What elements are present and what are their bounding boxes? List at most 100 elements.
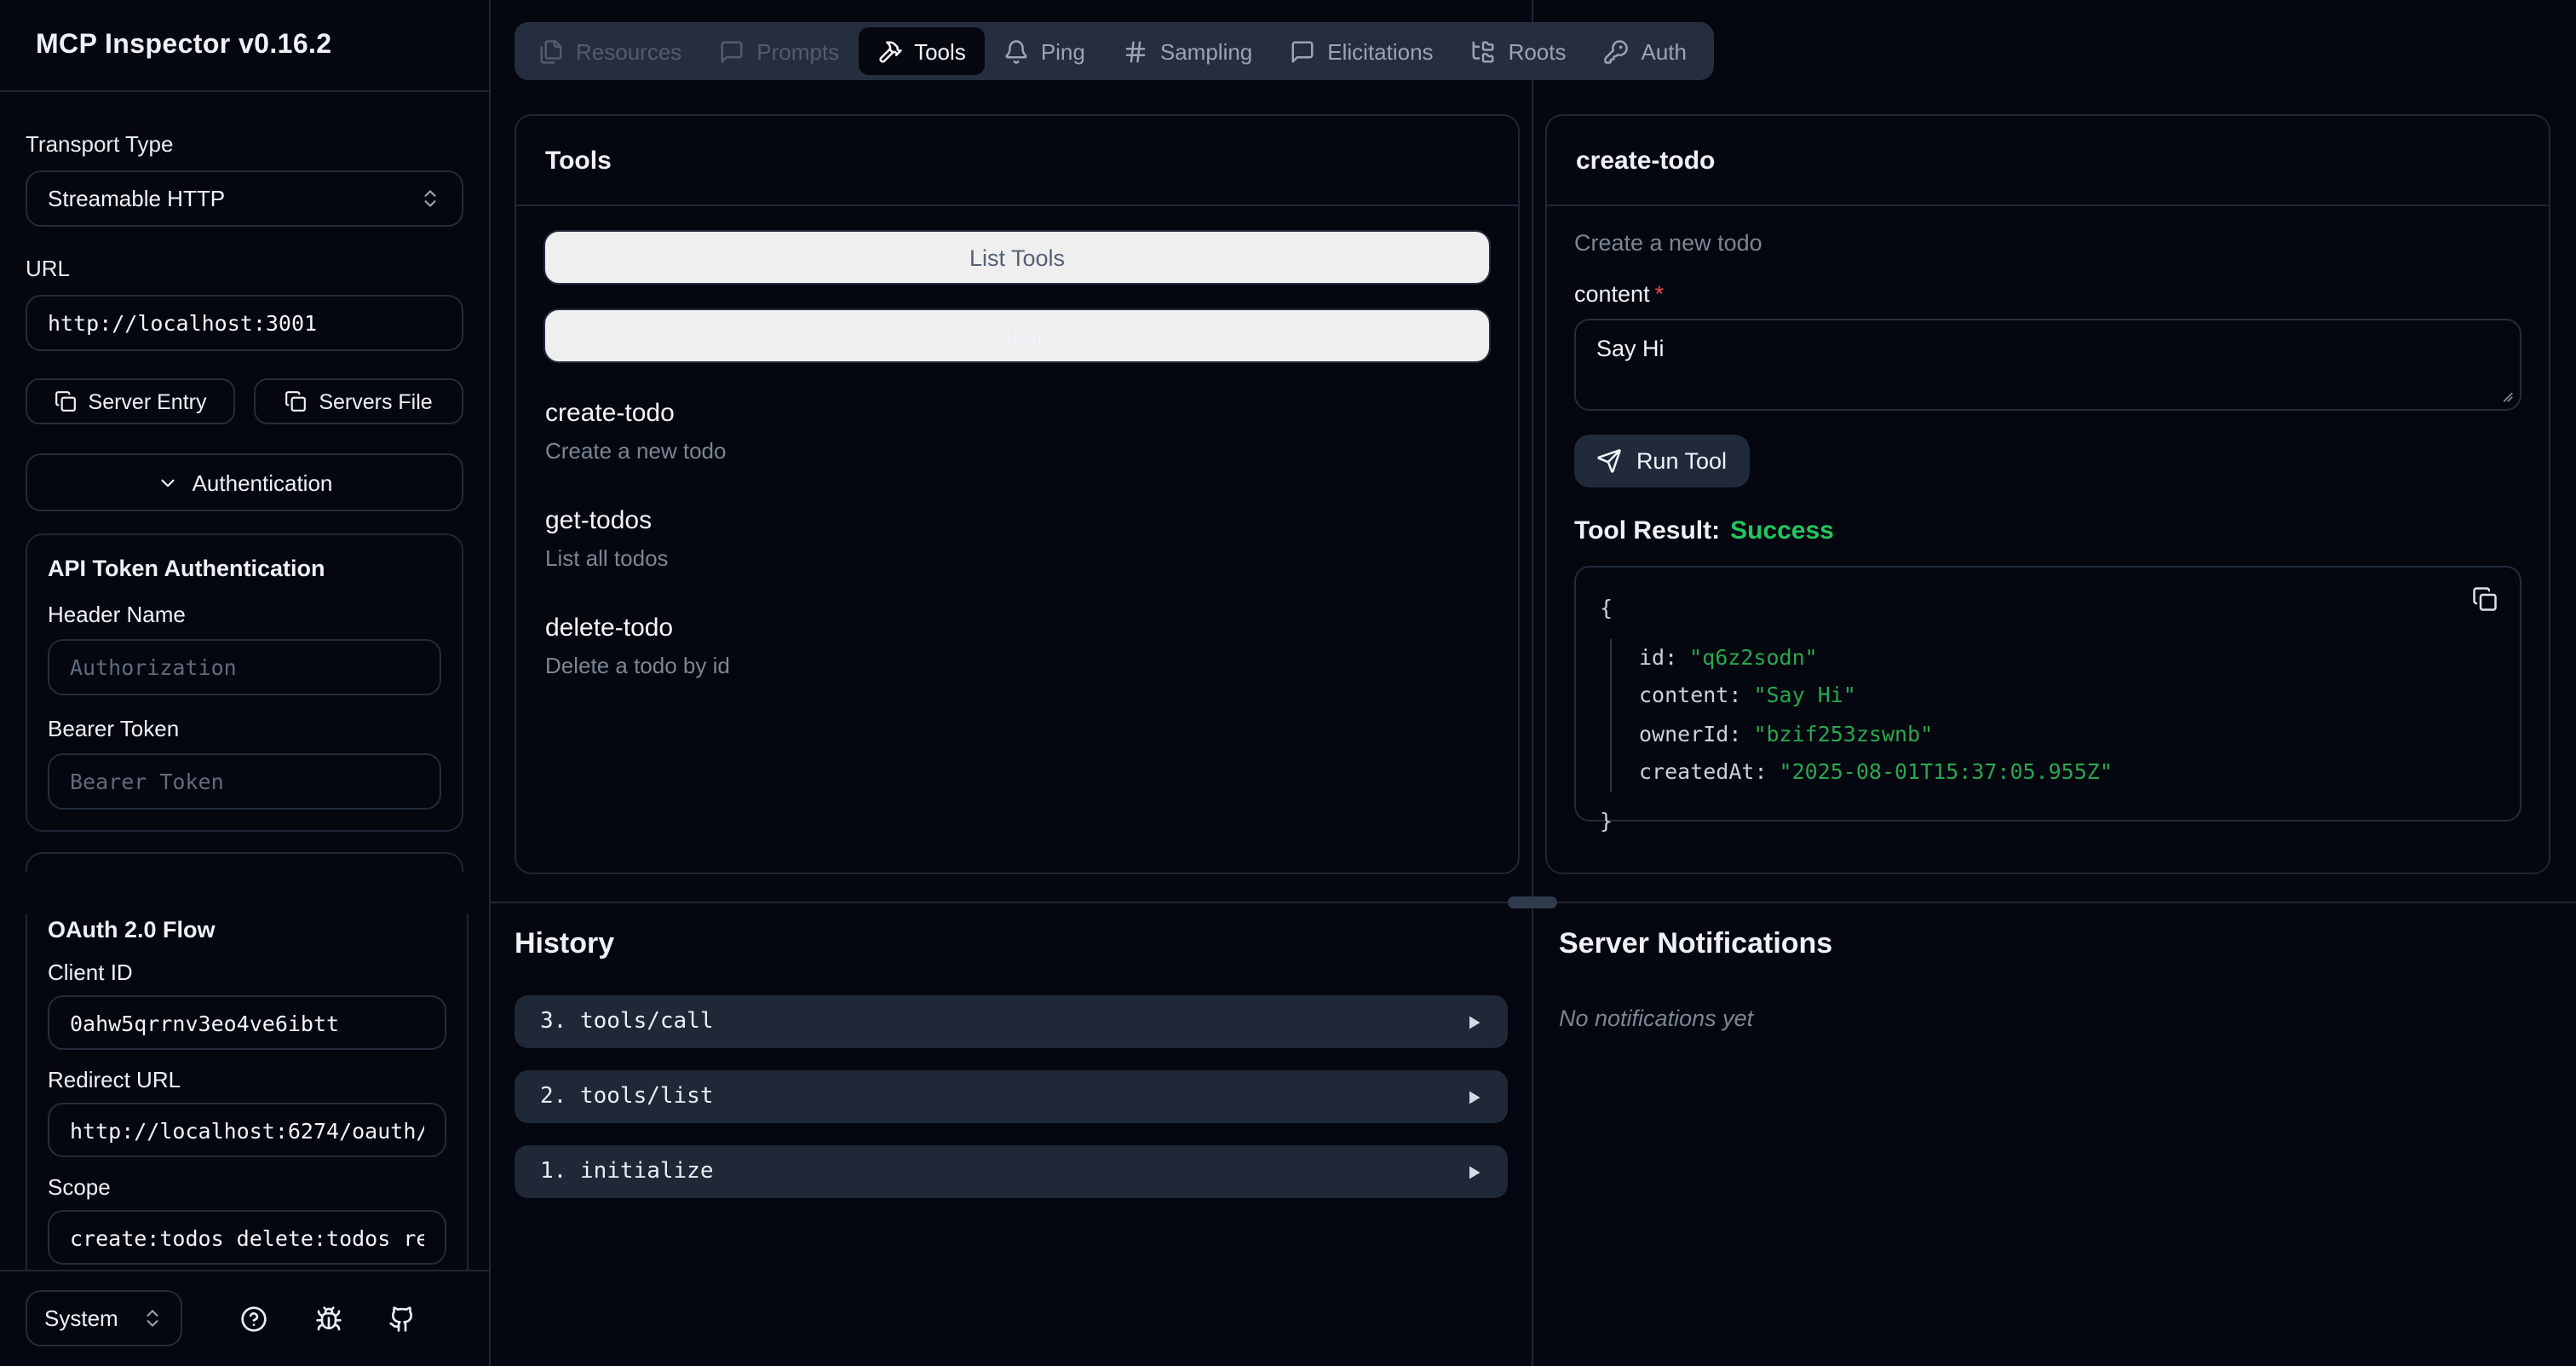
app-window: MCP Inspector v0.16.2 Transport Type Str… (0, 0, 2576, 1366)
json-value: "bzif253zswnb" (1753, 720, 1933, 746)
footer-icons (193, 1305, 463, 1332)
expand-arrow-icon (1465, 1163, 1482, 1180)
header-name-input[interactable]: Authorization (48, 639, 441, 695)
transport-type-select[interactable]: Streamable HTTP (26, 170, 463, 227)
vertical-pane-divider[interactable] (1532, 0, 1533, 1366)
tab-auth[interactable]: Auth (1585, 27, 1706, 75)
files-icon (538, 38, 564, 64)
tab-prompts[interactable]: Prompts (700, 27, 858, 75)
authentication-toggle[interactable]: Authentication (26, 453, 463, 511)
redirect-url-value: http://localhost:6274/oauth/ (70, 1117, 424, 1143)
expand-arrow-icon (1465, 1088, 1482, 1105)
tab-label: Ping (1041, 38, 1085, 64)
history-row[interactable]: 3. tools/call (515, 995, 1508, 1048)
server-entry-label: Server Entry (89, 389, 207, 413)
tool-description: List all todos (545, 545, 1489, 571)
scope-label: Scope (48, 1174, 446, 1200)
header-name-placeholder: Authorization (70, 654, 237, 680)
copy-icon (55, 390, 77, 412)
theme-value: System (44, 1305, 118, 1331)
json-key: ownerId: (1639, 720, 1741, 746)
tab-resources[interactable]: Resources (520, 27, 700, 75)
history-row[interactable]: 1. initialize (515, 1145, 1508, 1198)
api-token-card: API Token Authentication Header Name Aut… (26, 533, 463, 832)
json-line: ownerId: "bzif253zswnb" (1639, 715, 2496, 753)
copy-icon[interactable] (2472, 586, 2498, 612)
transport-type-label: Transport Type (26, 131, 463, 157)
api-token-title: API Token Authentication (48, 556, 441, 581)
github-icon[interactable] (389, 1305, 417, 1332)
folder-tree-icon (1471, 38, 1497, 64)
tools-panel: Tools List Tools Clear create-todo Creat… (515, 114, 1520, 874)
tool-list: create-todo Create a new todo get-todos … (543, 399, 1491, 678)
run-tool-button[interactable]: Run Tool (1574, 435, 1750, 487)
tab-roots[interactable]: Roots (1452, 27, 1585, 75)
tool-name: delete-todo (545, 614, 1489, 643)
redirect-url-input[interactable]: http://localhost:6274/oauth/ (48, 1103, 446, 1157)
tool-detail-body: Create a new todo content* Say Hi Run To… (1547, 206, 2549, 845)
history-list: 3. tools/call 2. tools/list 1. initializ… (515, 995, 1508, 1198)
header-name-label: Header Name (48, 602, 441, 627)
tool-detail-description: Create a new todo (1574, 230, 2521, 256)
sidebar-header: MCP Inspector v0.16.2 (0, 0, 489, 92)
history-row[interactable]: 2. tools/list (515, 1070, 1508, 1123)
expand-arrow-icon (1465, 1013, 1482, 1030)
theme-select[interactable]: System (26, 1290, 182, 1346)
tab-label: Sampling (1160, 38, 1252, 64)
url-input[interactable]: http://localhost:3001 (26, 295, 463, 351)
bearer-token-placeholder: Bearer Token (70, 769, 224, 794)
status-badge: Success (1730, 516, 1834, 545)
oauth-card: OAuth 2.0 Flow Client ID 0ahw5qrrnv3eo4v… (26, 914, 469, 1282)
hash-icon (1123, 38, 1148, 64)
tab-sampling[interactable]: Sampling (1104, 27, 1271, 75)
tab-elicitations[interactable]: Elicitations (1271, 27, 1452, 75)
servers-file-button[interactable]: Servers File (254, 378, 463, 424)
server-notifications-panel: Server Notifications No notifications ye… (1559, 927, 2549, 1031)
json-body: id:"q6z2sodn" content:"Say Hi" ownerId:"… (1610, 638, 2496, 792)
field-label-text: content (1574, 281, 1650, 307)
client-id-value: 0ahw5qrrnv3eo4ve6ibtt (70, 1010, 339, 1035)
help-circle-icon[interactable] (240, 1305, 267, 1332)
message-square-icon (719, 38, 745, 64)
clear-button[interactable]: Clear (543, 308, 1491, 363)
bearer-token-input[interactable]: Bearer Token (48, 753, 441, 810)
history-row-label: 1. initialize (540, 1159, 714, 1184)
tools-panel-body: List Tools Clear create-todo Create a ne… (516, 206, 1518, 745)
client-id-input[interactable]: 0ahw5qrrnv3eo4ve6ibtt (48, 995, 446, 1050)
scope-input[interactable]: create:todos delete:todos re (48, 1210, 446, 1265)
server-entry-button[interactable]: Server Entry (26, 378, 235, 424)
json-line: id:"q6z2sodn" (1639, 638, 2496, 677)
tab-ping[interactable]: Ping (985, 27, 1104, 75)
json-line: createdAt:"2025-08-01T15:37:05.955Z" (1639, 753, 2496, 792)
sidebar: MCP Inspector v0.16.2 Transport Type Str… (0, 0, 491, 1366)
tab-bar: Resources Prompts Tools Ping Sampling El… (515, 22, 1714, 80)
bug-icon[interactable] (314, 1305, 342, 1332)
json-key: createdAt: (1639, 758, 1768, 784)
tool-result-row: Tool Result:Success (1574, 516, 2521, 545)
tool-name: get-todos (545, 506, 1489, 535)
history-title: History (515, 927, 1508, 961)
history-row-label: 3. tools/call (540, 1009, 714, 1035)
pane-resize-handle[interactable] (1508, 896, 1557, 908)
list-item[interactable]: delete-todo Delete a todo by id (545, 614, 1489, 678)
tools-panel-title: Tools (516, 116, 1518, 206)
content-textarea[interactable]: Say Hi (1574, 319, 2521, 411)
history-panel: History 3. tools/call 2. tools/list 1. i… (515, 927, 1508, 1220)
clipped-card-top (26, 852, 463, 873)
json-key: id: (1639, 643, 1677, 669)
transport-type-value: Streamable HTTP (48, 186, 225, 211)
tool-name: create-todo (545, 399, 1489, 428)
send-icon (1597, 448, 1623, 474)
resize-grip-icon[interactable] (2496, 385, 2515, 404)
list-item[interactable]: create-todo Create a new todo (545, 399, 1489, 464)
list-item[interactable]: get-todos List all todos (545, 506, 1489, 571)
tab-tools[interactable]: Tools (858, 27, 985, 75)
content-value: Say Hi (1596, 336, 1665, 361)
tab-label: Elicitations (1327, 38, 1433, 64)
oauth-title: OAuth 2.0 Flow (48, 917, 446, 942)
key-icon (1604, 38, 1630, 64)
list-tools-button[interactable]: List Tools (543, 230, 1491, 285)
tool-detail-panel: create-todo Create a new todo content* S… (1545, 114, 2550, 874)
copy-icon (285, 390, 307, 412)
main-area: Resources Prompts Tools Ping Sampling El… (491, 0, 2576, 1366)
